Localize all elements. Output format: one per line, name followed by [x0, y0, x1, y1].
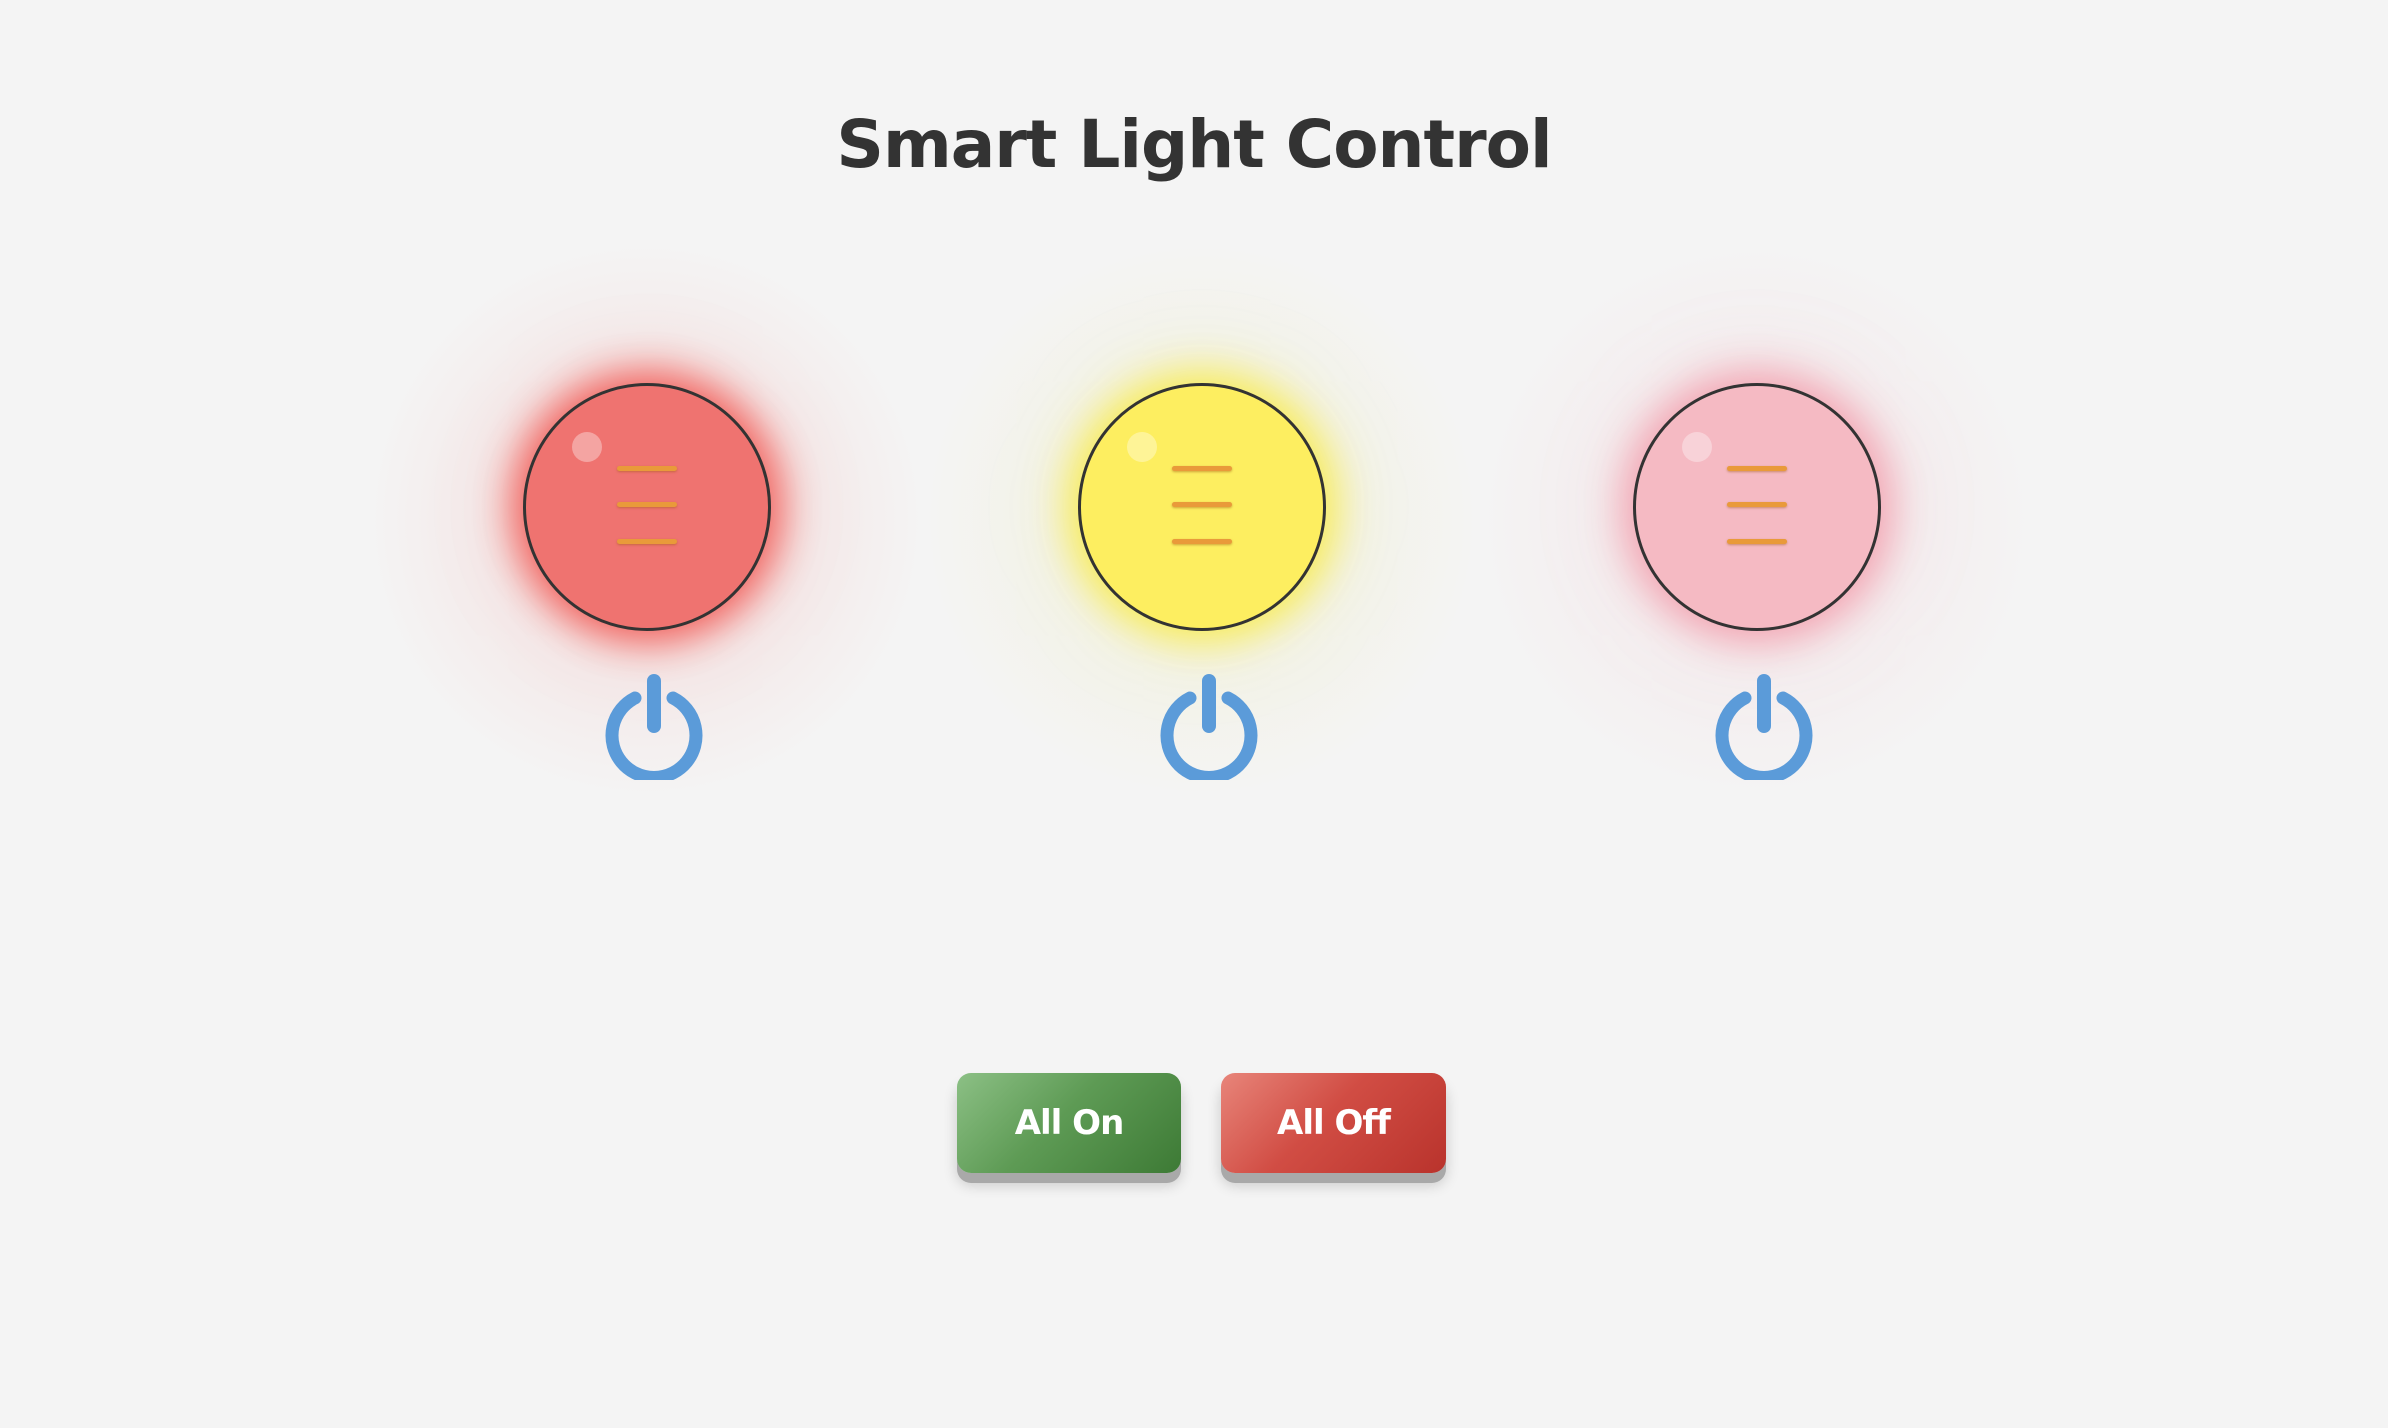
filament-line — [1727, 466, 1787, 471]
all-off-button[interactable]: All Off — [1221, 1073, 1446, 1173]
filament-line — [1727, 539, 1787, 544]
power-button-3[interactable] — [1714, 668, 1814, 780]
power-icon — [1160, 674, 1258, 780]
filament-line — [617, 466, 677, 471]
filament-line — [1172, 539, 1232, 544]
light-bulb-3[interactable] — [1633, 383, 1881, 631]
filament-line — [1172, 466, 1232, 471]
filament-line — [617, 539, 677, 544]
bulb-highlight — [572, 432, 602, 462]
power-button-2[interactable] — [1159, 668, 1259, 780]
filament-line — [1727, 502, 1787, 507]
light-unit-1 — [366, 240, 926, 800]
bulb-highlight — [1682, 432, 1712, 462]
light-bulb-1[interactable] — [523, 383, 771, 631]
bulb-highlight — [1127, 432, 1157, 462]
page-title: Smart Light Control — [836, 106, 1552, 183]
all-on-button[interactable]: All On — [957, 1073, 1181, 1173]
light-unit-2 — [921, 240, 1481, 800]
filament-line — [1172, 502, 1232, 507]
filament-line — [617, 502, 677, 507]
power-button-1[interactable] — [604, 668, 704, 780]
power-icon — [605, 674, 703, 780]
light-unit-3 — [1476, 240, 2036, 800]
light-bulb-2[interactable] — [1078, 383, 1326, 631]
power-icon — [1715, 674, 1813, 780]
